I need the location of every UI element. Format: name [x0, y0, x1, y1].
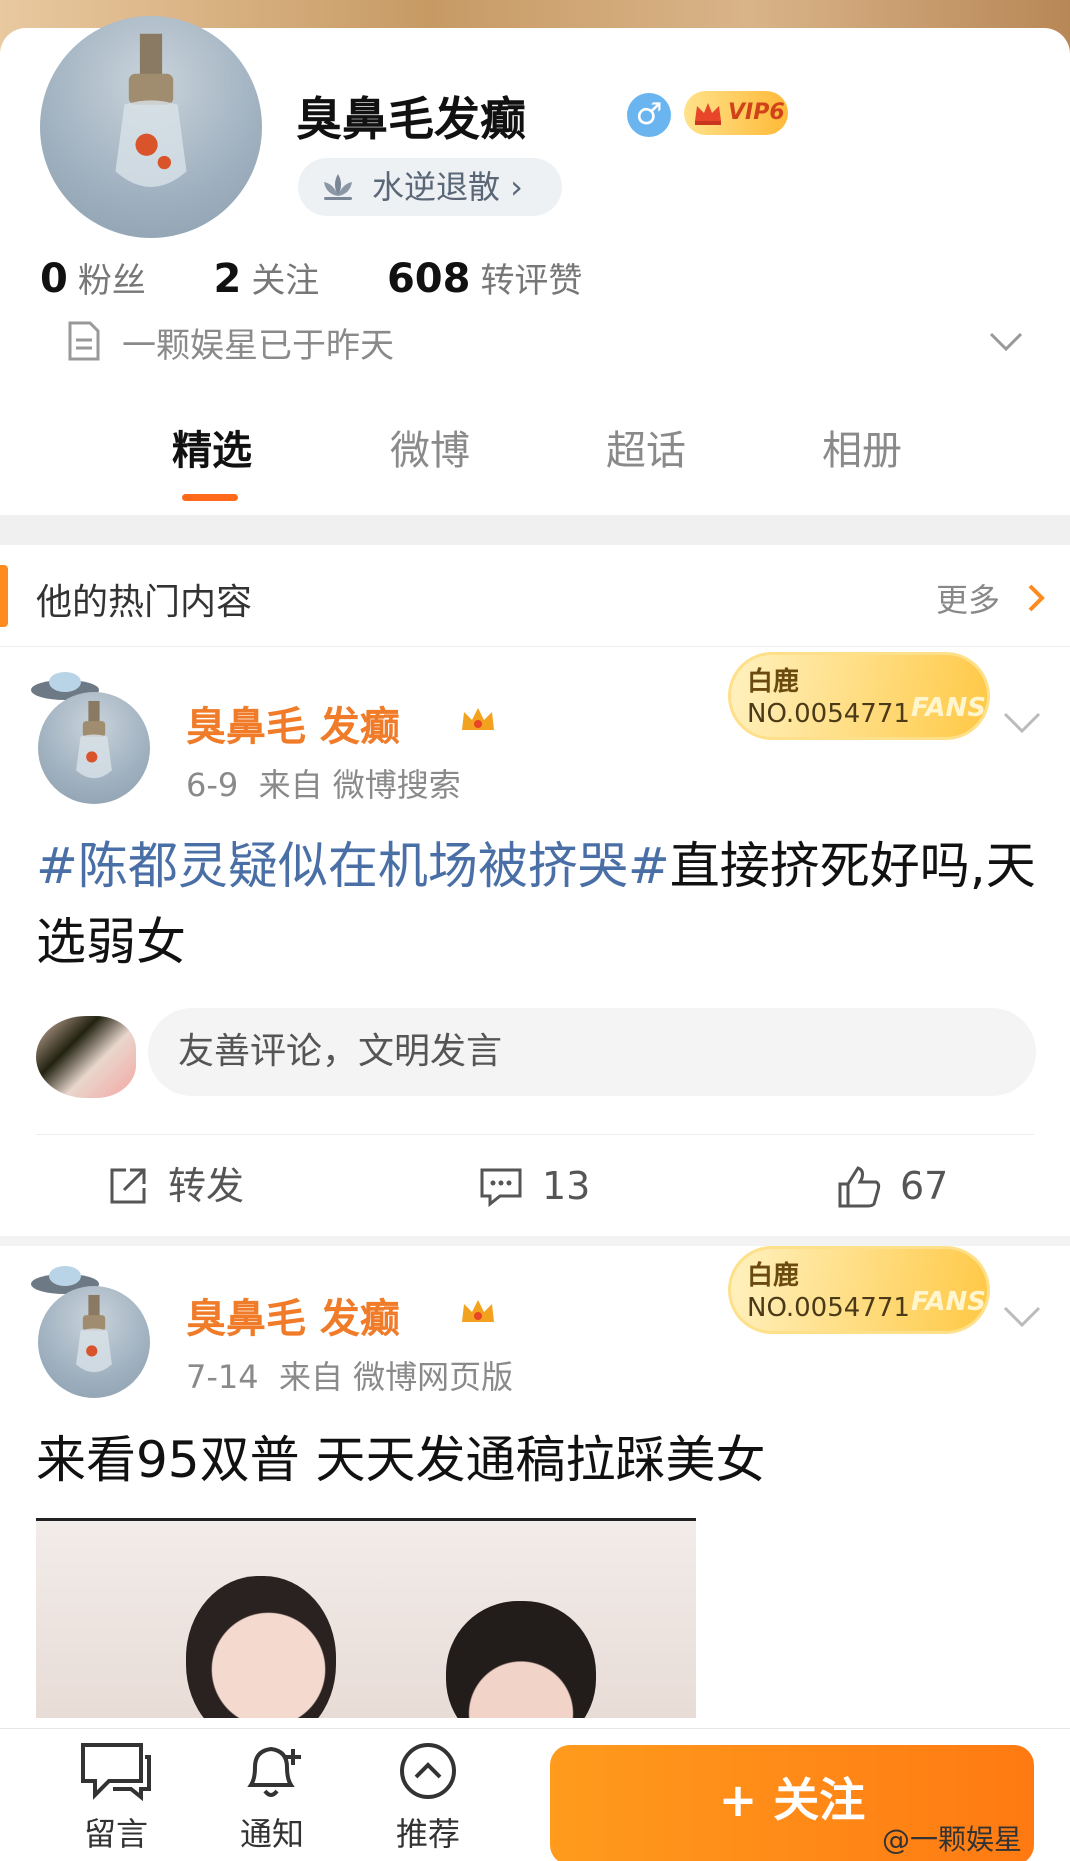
post-source: 来自 微博搜索	[258, 766, 461, 804]
section-accent-bar	[0, 565, 8, 627]
chevron-up-circle-icon	[400, 1743, 456, 1799]
post-image[interactable]	[36, 1518, 696, 1718]
lamp-bulb-icon	[115, 33, 187, 187]
chat-bubble-icon	[81, 1743, 151, 1801]
fans-badge-tag: FANS	[911, 1287, 987, 1317]
post-text: 来看95双普 天天发通稿拉踩美女	[36, 1431, 766, 1489]
profile-avatar[interactable]	[40, 16, 262, 238]
recommend-button[interactable]: 推荐	[378, 1741, 478, 1855]
divider	[36, 1134, 1034, 1135]
post-actions: 转发 13 67	[0, 1156, 1070, 1236]
post-author-avatar[interactable]	[38, 1286, 150, 1398]
tab-album[interactable]: 相册	[822, 418, 902, 476]
active-tab-indicator	[182, 494, 238, 501]
male-gender-icon: ♂	[627, 93, 671, 137]
message-button[interactable]: 留言	[66, 1741, 166, 1855]
comment-icon	[480, 1168, 522, 1208]
image-person-left	[186, 1576, 336, 1718]
post-source: 来自 微博网页版	[278, 1358, 514, 1396]
profile-notice[interactable]: 一颗娱星已于昨天	[122, 318, 394, 367]
notify-button[interactable]: 通知	[222, 1741, 322, 1855]
tab-weibo[interactable]: 微博	[390, 418, 470, 476]
hot-content-header: 他的热门内容 更多	[0, 545, 1070, 647]
more-link[interactable]: 更多	[936, 575, 1000, 621]
stat-following[interactable]: 2 关注	[213, 256, 319, 302]
vip-label: VIP6	[728, 100, 785, 125]
image-person-right	[446, 1601, 596, 1718]
like-button[interactable]: 67	[836, 1156, 948, 1216]
fans-badge-card[interactable]: 白鹿 NO.0054771 FANS	[728, 652, 990, 740]
hot-content-title: 他的热门内容	[36, 582, 253, 623]
comment-input[interactable]: 友善评论，文明发言	[148, 1008, 1036, 1096]
post-text: #陈都灵疑似在机场被挤哭#直接挤死好吗,天选弱女	[36, 837, 1036, 971]
profile-tabs: 精选 微博 超话 相册	[0, 418, 1070, 508]
share-icon	[110, 1168, 146, 1204]
fans-badge-number: NO.0054771	[747, 699, 910, 729]
post-date: 6-9	[186, 766, 239, 804]
document-icon	[68, 321, 100, 361]
post-meta: 7-14 来自 微博网页版	[186, 1352, 513, 1398]
profile-username: 臭鼻毛发癫	[296, 92, 526, 146]
thumbs-up-icon	[838, 1166, 881, 1208]
section-divider	[0, 515, 1070, 545]
chevron-down-icon[interactable]	[1002, 710, 1042, 736]
lotus-icon	[324, 174, 352, 200]
medal-label: 水逆退散 ›	[372, 168, 523, 206]
post-meta: 6-9 来自 微博搜索	[186, 760, 461, 806]
crown-icon	[462, 1300, 494, 1322]
crown-icon	[462, 708, 494, 730]
tab-featured[interactable]: 精选	[172, 418, 252, 476]
profile-stats: 0 粉丝 2 关注 608 转评赞	[40, 253, 582, 302]
fans-badge-number: NO.0054771	[747, 1293, 910, 1323]
chevron-down-icon[interactable]	[1002, 1304, 1042, 1330]
tab-supertopic[interactable]: 超话	[606, 418, 686, 476]
post-separator	[0, 1236, 1070, 1246]
chevron-down-icon[interactable]	[988, 330, 1024, 354]
repost-button[interactable]: 转发	[106, 1156, 244, 1216]
medal-pill[interactable]: 水逆退散 ›	[298, 158, 562, 216]
fans-badge-card[interactable]: 白鹿 NO.0054771 FANS	[728, 1246, 990, 1334]
post-author-name[interactable]: 臭鼻毛 发癫	[186, 1286, 400, 1344]
post-card: 臭鼻毛 发癫 6-9 来自 微博搜索 白鹿 NO.0054771 FANS #陈…	[0, 648, 1070, 1238]
fans-badge-tag: FANS	[911, 693, 987, 723]
commenter-avatar	[36, 1016, 136, 1098]
post-date: 7-14	[186, 1358, 259, 1396]
chevron-right-icon[interactable]	[1026, 583, 1046, 613]
post-author-avatar[interactable]	[38, 692, 150, 804]
bell-add-icon	[247, 1746, 301, 1797]
stat-followers[interactable]: 0 粉丝	[40, 256, 146, 302]
watermark: @一颗娱星	[882, 1823, 1023, 1856]
comment-button[interactable]: 13	[478, 1156, 590, 1216]
stat-interactions[interactable]: 608 转评赞	[387, 256, 583, 302]
crown-icon	[695, 103, 721, 125]
fans-badge-star: 白鹿	[747, 1261, 800, 1291]
fans-badge-star: 白鹿	[747, 667, 800, 697]
vip-badge[interactable]: VIP6	[684, 91, 788, 135]
post-author-name[interactable]: 臭鼻毛 发癫	[186, 694, 400, 752]
lamp-bulb-icon	[76, 700, 112, 779]
post-topic-link[interactable]: #陈都灵疑似在机场被挤哭#	[36, 837, 670, 895]
lamp-bulb-icon	[76, 1294, 112, 1373]
